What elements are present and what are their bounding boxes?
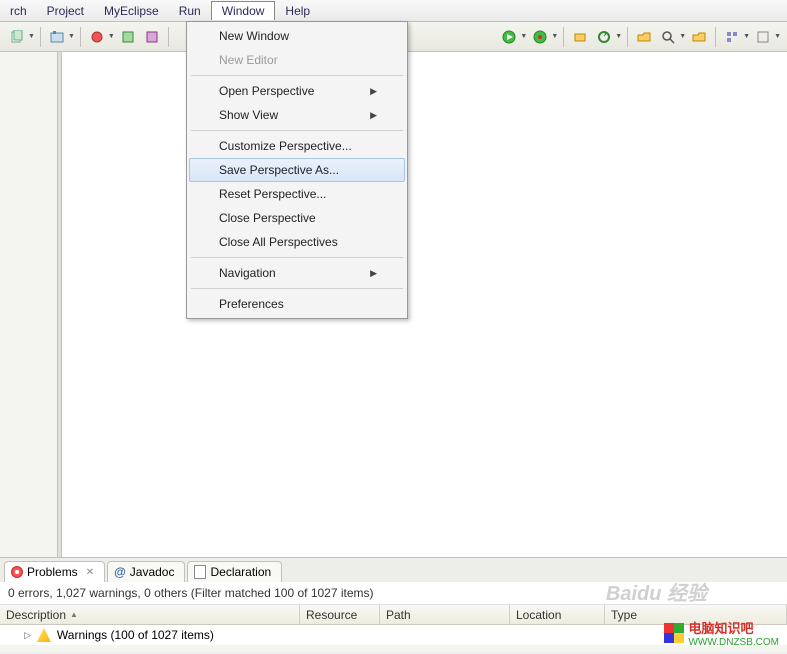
warning-icon xyxy=(37,628,51,642)
menu-customize-perspective[interactable]: Customize Perspective... xyxy=(189,134,405,158)
dropdown-arrow-icon[interactable]: ▼ xyxy=(28,33,35,40)
dropdown-arrow-icon[interactable]: ▼ xyxy=(615,33,622,40)
menu-show-view[interactable]: Show View▶ xyxy=(189,103,405,127)
toolbar-button[interactable] xyxy=(6,26,28,48)
col-location[interactable]: Location xyxy=(510,605,605,624)
tab-declaration[interactable]: Declaration xyxy=(187,561,282,582)
menu-help[interactable]: Help xyxy=(275,2,320,20)
dropdown-arrow-icon[interactable]: ▼ xyxy=(774,33,781,40)
col-description[interactable]: Description▲ xyxy=(0,605,300,624)
tab-problems[interactable]: Problems ✕ xyxy=(4,561,105,582)
window-dropdown: New Window New Editor Open Perspective▶ … xyxy=(186,21,408,319)
menu-project[interactable]: Project xyxy=(37,2,94,20)
sort-indicator-icon: ▲ xyxy=(70,610,78,619)
menu-preferences[interactable]: Preferences xyxy=(189,292,405,316)
toolbar-button[interactable] xyxy=(721,26,743,48)
dropdown-arrow-icon[interactable]: ▼ xyxy=(551,33,558,40)
menu-new-window[interactable]: New Window xyxy=(189,24,405,48)
problems-icon xyxy=(11,566,23,578)
menu-close-all-perspectives[interactable]: Close All Perspectives xyxy=(189,230,405,254)
declaration-icon xyxy=(194,565,206,579)
sidebar-left xyxy=(0,52,58,557)
menu-search[interactable]: rch xyxy=(0,2,37,20)
menu-reset-perspective[interactable]: Reset Perspective... xyxy=(189,182,405,206)
debug-button[interactable] xyxy=(529,26,551,48)
tab-javadoc[interactable]: @ Javadoc xyxy=(107,561,185,582)
menu-navigation[interactable]: Navigation▶ xyxy=(189,261,405,285)
toolbar-button[interactable] xyxy=(752,26,774,48)
logo-icon xyxy=(664,623,684,643)
toolbar-button[interactable] xyxy=(593,26,615,48)
run-button[interactable] xyxy=(498,26,520,48)
dropdown-arrow-icon[interactable]: ▼ xyxy=(743,33,750,40)
col-path[interactable]: Path xyxy=(380,605,510,624)
dropdown-arrow-icon[interactable]: ▼ xyxy=(520,33,527,40)
dropdown-arrow-icon[interactable]: ▼ xyxy=(108,33,115,40)
expand-icon[interactable]: ▷ xyxy=(24,630,31,641)
toolbar-button[interactable] xyxy=(688,26,710,48)
dropdown-arrow-icon[interactable]: ▼ xyxy=(679,33,686,40)
search-button[interactable] xyxy=(657,26,679,48)
menu-myeclipse[interactable]: MyEclipse xyxy=(94,2,169,20)
dropdown-arrow-icon[interactable]: ▼ xyxy=(68,33,75,40)
watermark: 电脑知识吧 WWW.DNZSB.COM xyxy=(664,618,779,648)
close-icon[interactable]: ✕ xyxy=(86,567,94,578)
submenu-arrow-icon: ▶ xyxy=(370,86,377,97)
submenu-arrow-icon: ▶ xyxy=(370,268,377,279)
menu-close-perspective[interactable]: Close Perspective xyxy=(189,206,405,230)
menu-save-perspective-as[interactable]: Save Perspective As... xyxy=(189,158,405,182)
menubar: rch Project MyEclipse Run Window Help xyxy=(0,0,787,22)
menu-window[interactable]: Window xyxy=(211,1,276,20)
editor-area xyxy=(62,52,787,557)
menu-open-perspective[interactable]: Open Perspective▶ xyxy=(189,79,405,103)
open-folder-button[interactable] xyxy=(633,26,655,48)
submenu-arrow-icon: ▶ xyxy=(370,110,377,121)
toolbar-button[interactable] xyxy=(117,26,139,48)
menu-run[interactable]: Run xyxy=(169,2,211,20)
col-resource[interactable]: Resource xyxy=(300,605,380,624)
baidu-watermark: Baidu 经验 xyxy=(606,577,707,606)
toolbar-button[interactable] xyxy=(86,26,108,48)
toolbar-button[interactable] xyxy=(569,26,591,48)
row-description: Warnings (100 of 1027 items) xyxy=(57,628,214,642)
javadoc-icon: @ xyxy=(114,565,126,579)
toolbar-button[interactable] xyxy=(46,26,68,48)
toolbar-button[interactable] xyxy=(141,26,163,48)
menu-new-editor: New Editor xyxy=(189,48,405,72)
